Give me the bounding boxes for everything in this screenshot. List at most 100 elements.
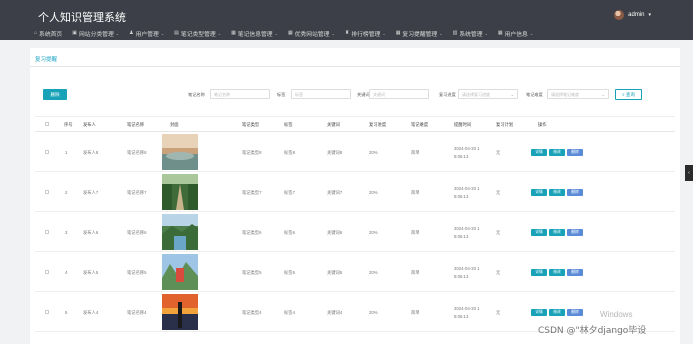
delete-row-button[interactable]: 删除 — [567, 149, 583, 156]
nav-item-notes[interactable]: ▦ 笔记信息管理 ⌄ — [231, 28, 282, 38]
row-actions: 详情 修改 删除 — [531, 269, 583, 276]
csdn-watermark: CSDN @"林夕django毕设 — [538, 326, 647, 336]
avatar — [614, 10, 625, 20]
nav-item-ranking[interactable]: ♜ 排行榜管理 ⌄ — [345, 28, 390, 38]
chevron-down-icon: ⌄ — [529, 30, 534, 36]
chevron-down-icon: ⌄ — [217, 30, 222, 36]
col-remind-time: 提醒时间 — [454, 122, 472, 127]
delete-row-button[interactable]: 删除 — [567, 189, 583, 196]
row-checkbox[interactable] — [45, 150, 49, 154]
user-menu[interactable]: admin ▾ — [614, 10, 651, 20]
chevron-down-icon: ⌄ — [160, 30, 165, 36]
col-plan: 复习计划 — [496, 122, 514, 127]
edit-button[interactable]: 修改 — [549, 229, 565, 236]
filter-bar: 笔记名称 笔记名称 标签 标签 关键词 关键词 复习进度 请选择复习进度 ⌄ 笔记… — [30, 89, 680, 100]
select-all-checkbox[interactable] — [45, 122, 49, 126]
delete-row-button[interactable]: 删除 — [567, 309, 583, 316]
star-icon: ▦ — [287, 30, 293, 36]
tag-input[interactable]: 标签 — [291, 89, 351, 99]
col-progress: 复习进度 — [369, 122, 387, 127]
side-collapse-tab[interactable]: ‹ — [685, 165, 693, 181]
col-no: 序号 — [64, 122, 73, 127]
delete-row-button[interactable]: 删除 — [567, 229, 583, 236]
house-icon: ⌂ — [34, 30, 38, 36]
system-icon: ▥ — [452, 30, 458, 36]
edit-button[interactable]: 修改 — [549, 309, 565, 316]
nav-item-review[interactable]: ▦ 复习提醒管理 ⌄ — [396, 28, 447, 38]
cover-image — [162, 214, 198, 250]
detail-button[interactable]: 详情 — [531, 189, 547, 196]
row-checkbox[interactable] — [45, 190, 49, 194]
col-note-name: 笔记名称 — [127, 122, 145, 127]
table-row: 4 发布人5 笔记名称5 笔记类型5 标签5 关键词5 20% 简单 2024-… — [35, 252, 675, 292]
note-name-input[interactable]: 笔记名称 — [210, 89, 270, 99]
table-row: 1 发布人8 笔记名称8 笔记类型8 标签8 关键词8 20% 简单 2024-… — [35, 132, 675, 172]
row-actions: 详情 修改 删除 — [531, 149, 583, 156]
app-title: 个人知识管理系统 — [38, 11, 126, 24]
col-actions: 操作 — [538, 122, 547, 127]
breadcrumb[interactable]: 复习提醒 — [35, 55, 57, 63]
content-panel: 复习提醒 删除 笔记名称 笔记名称 标签 标签 关键词 关键词 复习进度 请选择… — [30, 48, 680, 344]
row-checkbox[interactable] — [45, 230, 49, 234]
notebook-icon: ▦ — [231, 30, 236, 36]
table-header: 序号 发布人 笔记名称 封面 笔记类型 标签 关键词 复习进度 笔记难度 提醒时… — [35, 116, 675, 132]
chevron-down-icon: ⌄ — [439, 30, 443, 36]
cover-image — [162, 134, 198, 170]
nav-item-note-types[interactable]: ▤ 笔记类型管理 ⌄ — [174, 28, 225, 38]
difficulty-select[interactable]: 请选择笔记难度 ⌄ — [547, 89, 609, 99]
cover-image — [162, 294, 198, 330]
difficulty-label: 笔记难度 — [526, 92, 543, 97]
divider — [30, 66, 680, 67]
chevron-down-icon: ⌄ — [115, 30, 120, 36]
col-keyword: 关键词 — [327, 122, 340, 127]
nav-item-user-info[interactable]: ▦ 用户信息 ⌄ — [498, 28, 537, 38]
table-row: 2 发布人7 笔记名称7 笔记类型7 标签7 关键词7 20% 简单 2024-… — [35, 172, 675, 212]
col-difficulty: 笔记难度 — [411, 122, 429, 127]
chevron-down-icon: ⌄ — [601, 92, 605, 97]
edit-button[interactable]: 修改 — [549, 269, 565, 276]
chevron-down-icon: ⌄ — [510, 92, 514, 97]
username: admin — [628, 12, 645, 18]
cover-image — [162, 254, 198, 290]
chevron-down-icon: ⌄ — [274, 30, 278, 36]
search-icon: ⌕ — [622, 92, 625, 97]
row-checkbox[interactable] — [45, 310, 49, 314]
delete-row-button[interactable]: 删除 — [567, 269, 583, 276]
chevron-down-icon: ⌄ — [382, 30, 386, 36]
windows-watermark: Windows — [600, 310, 633, 319]
review-icon: ▦ — [395, 30, 401, 36]
col-note-type: 笔记类型 — [242, 122, 260, 127]
row-actions: 详情 修改 删除 — [531, 309, 583, 316]
note-icon: ▤ — [174, 30, 179, 36]
table-row: 3 发布人6 笔记名称6 笔记类型6 标签6 关键词6 20% 简单 2024-… — [35, 212, 675, 252]
edit-button[interactable]: 修改 — [549, 189, 565, 196]
detail-button[interactable]: 详情 — [531, 149, 547, 156]
row-actions: 详情 修改 删除 — [531, 229, 583, 236]
edit-button[interactable]: 修改 — [549, 149, 565, 156]
search-button[interactable]: ⌕ 查询 — [615, 89, 642, 100]
keyword-input[interactable]: 关键词 — [369, 89, 429, 99]
detail-button[interactable]: 详情 — [531, 229, 547, 236]
user-icon: ♟ — [129, 30, 134, 36]
userinfo-icon: ▦ — [497, 30, 503, 36]
caret-down-icon: ▾ — [648, 12, 651, 18]
nav-item-users[interactable]: ♟ 用户管理 ⌄ — [129, 28, 168, 38]
detail-button[interactable]: 详情 — [531, 309, 547, 316]
row-checkbox[interactable] — [45, 270, 49, 274]
detail-button[interactable]: 详情 — [531, 269, 547, 276]
chevron-down-icon: ⌄ — [331, 30, 335, 36]
nav-item-sites[interactable]: ▦ 优秀网站管理 ⌄ — [288, 28, 339, 38]
ranking-icon: ♜ — [344, 30, 350, 36]
nav-item-system[interactable]: ▥ 系统管理 ⌄ — [453, 28, 492, 38]
col-tag: 标签 — [284, 122, 293, 127]
tag-label: 标签 — [277, 92, 286, 97]
nav-item-home[interactable]: ⌂ 系统首页 — [34, 28, 66, 38]
top-bar: 个人知识管理系统 admin ▾ ⌂ 系统首页 ▣ 网站分类管理 ⌄ ♟ 用户管理 ⌄ ▤… — [0, 0, 693, 40]
progress-select[interactable]: 请选择复习进度 ⌄ — [458, 89, 518, 99]
nav-item-site-category[interactable]: ▣ 网站分类管理 ⌄ — [72, 28, 123, 38]
chevron-down-icon: ⌄ — [484, 30, 488, 36]
globe-icon: ▣ — [72, 30, 77, 36]
col-cover: 封面 — [170, 122, 179, 127]
main-nav: ⌂ 系统首页 ▣ 网站分类管理 ⌄ ♟ 用户管理 ⌄ ▤ 笔记类型管理 ⌄ ▦ 笔记信息管理 ⌄ … — [34, 28, 543, 38]
row-actions: 详情 修改 删除 — [531, 189, 583, 196]
